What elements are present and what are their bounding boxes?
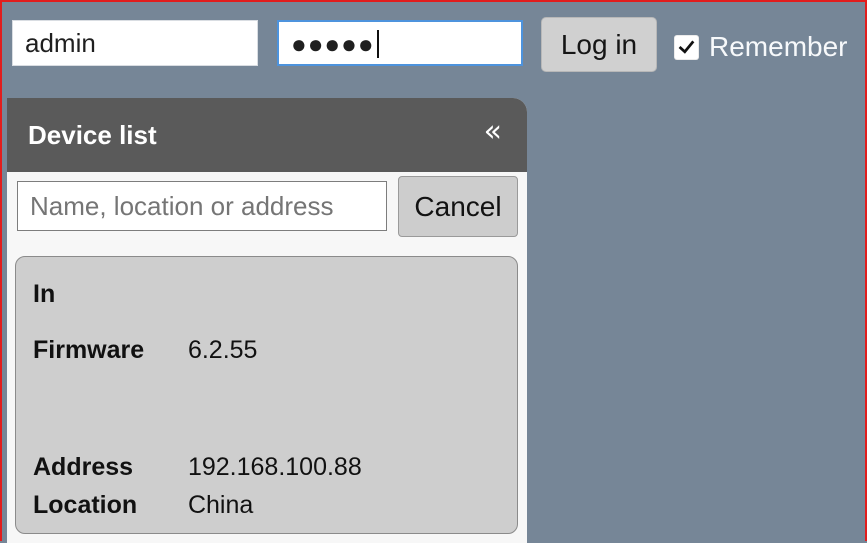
location-value: China bbox=[187, 491, 254, 519]
double-chevron-left-icon[interactable]: « bbox=[484, 117, 502, 147]
location-label: Location bbox=[33, 491, 138, 519]
login-button[interactable]: Log in bbox=[541, 17, 657, 72]
password-mask: ●●●●● bbox=[291, 29, 375, 59]
firmware-value: 6.2.55 bbox=[187, 336, 258, 364]
address-row: Address 192.168.100.88 bbox=[33, 453, 362, 482]
address-value: 192.168.100.88 bbox=[187, 453, 362, 481]
device-card[interactable]: In Firmware 6.2.55 Address 192.168.100.8… bbox=[15, 256, 518, 534]
password-field[interactable]: ●●●●● bbox=[277, 20, 523, 66]
username-field[interactable]: admin bbox=[12, 20, 258, 66]
device-list-title: Device list bbox=[28, 120, 157, 150]
device-list-header: Device list « bbox=[7, 98, 527, 172]
device-search-row: Cancel bbox=[17, 176, 518, 238]
firmware-label: Firmware bbox=[33, 336, 145, 364]
firmware-row: Firmware 6.2.55 bbox=[33, 336, 257, 365]
device-search-input[interactable] bbox=[17, 181, 387, 231]
device-name: In bbox=[33, 280, 56, 308]
login-bar: admin ●●●●● Log in Remember bbox=[0, 0, 867, 86]
checkmark-icon bbox=[678, 39, 695, 54]
cancel-button[interactable]: Cancel bbox=[398, 176, 518, 237]
location-row: Location China bbox=[33, 491, 253, 520]
remember-checkbox[interactable] bbox=[674, 34, 699, 60]
address-label: Address bbox=[33, 453, 134, 481]
remember-option[interactable]: Remember bbox=[674, 28, 847, 66]
remember-label: Remember bbox=[709, 31, 848, 62]
text-caret bbox=[376, 30, 379, 59]
device-list-panel: Device list « Cancel In Firmware 6.2.55 … bbox=[7, 98, 527, 543]
